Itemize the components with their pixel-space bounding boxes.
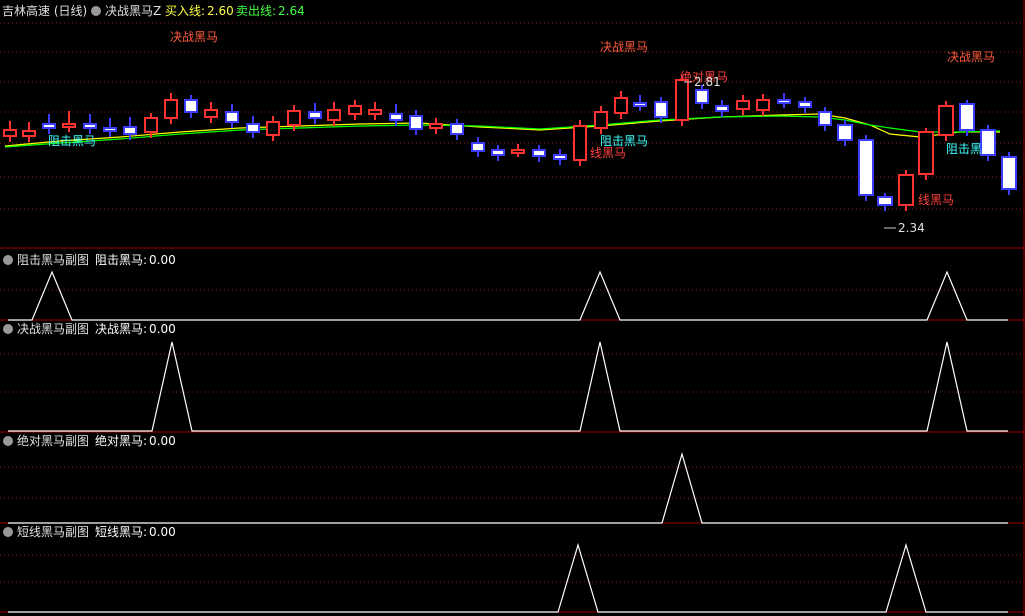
candle[interactable]: [22, 122, 36, 142]
candle[interactable]: [553, 149, 567, 165]
candle[interactable]: [898, 170, 914, 211]
buy-value: 2.60: [207, 4, 234, 18]
candle[interactable]: [1001, 152, 1017, 195]
candle[interactable]: [798, 97, 812, 113]
candle[interactable]: [938, 101, 954, 141]
candle[interactable]: [532, 145, 546, 162]
panel-4-series: 短线黑马:: [95, 525, 147, 539]
candle[interactable]: [818, 107, 832, 131]
stock-title: 吉林高速 (日线): [2, 3, 87, 18]
chevron-down-icon[interactable]: [3, 527, 13, 537]
candle[interactable]: [287, 105, 301, 131]
signal-label-jz2: 决战黑马: [600, 40, 648, 54]
candle[interactable]: [877, 193, 893, 211]
chevron-down-icon[interactable]: [3, 436, 13, 446]
candle[interactable]: [204, 102, 218, 123]
candle[interactable]: [450, 119, 464, 140]
candle[interactable]: [3, 121, 17, 142]
candle[interactable]: [777, 93, 791, 108]
panel-1-title: 阻击黑马副图: [17, 253, 89, 267]
candle[interactable]: [980, 125, 996, 161]
candle[interactable]: [511, 144, 525, 157]
signal-line: [8, 341, 1008, 432]
panel-4-title: 短线黑马副图: [17, 525, 89, 539]
panel-4-value: 0.00: [149, 525, 176, 539]
candle[interactable]: [348, 100, 362, 120]
signal-label-jz1: 决战黑马: [170, 30, 218, 44]
indicator-title: 决战黑马Z: [105, 4, 161, 18]
signal-line: [8, 451, 1008, 524]
signal-label-dx1: 线黑马: [590, 146, 626, 160]
candle[interactable]: [594, 106, 608, 134]
panel-2-value: 0.00: [149, 322, 176, 336]
candle[interactable]: [225, 104, 239, 128]
panel-3-title: 绝对黑马副图: [17, 433, 89, 448]
candle[interactable]: [858, 135, 874, 201]
candle[interactable]: [389, 104, 403, 126]
signal-label-jz3: 决战黑马: [947, 50, 995, 64]
candle[interactable]: [409, 110, 423, 135]
candle[interactable]: [308, 103, 322, 124]
panel-3-value: 0.00: [149, 434, 176, 448]
chevron-down-icon[interactable]: [3, 324, 13, 334]
candle[interactable]: [736, 95, 750, 115]
panel-3-series: 绝对黑马:: [95, 433, 147, 448]
candle[interactable]: [327, 102, 341, 126]
signal-label-dx2: 线黑马: [918, 193, 954, 207]
candle[interactable]: [103, 118, 117, 137]
candle[interactable]: [246, 116, 260, 138]
panel-2-title: 决战黑马副图: [17, 322, 89, 336]
sell-label: 卖出线:: [236, 4, 276, 18]
signal-line: [8, 270, 1008, 321]
candle[interactable]: [614, 91, 628, 119]
candle[interactable]: [83, 114, 97, 134]
candle[interactable]: [164, 93, 178, 124]
buy-label: 买入线:: [165, 4, 205, 18]
kline-chart[interactable]: 吉林高速 (日线) 决战黑马Z 买入线: 2.60 卖出线: 2.64 决战黑马…: [0, 0, 1025, 616]
low-price-marker: 2.34: [898, 221, 925, 235]
candle[interactable]: [633, 95, 647, 111]
candle[interactable]: [184, 95, 198, 118]
high-price-marker: 2.81: [694, 75, 721, 89]
candle[interactable]: [471, 137, 485, 157]
chevron-down-icon[interactable]: [3, 255, 13, 265]
panel-1-series: 阻击黑马:: [95, 253, 147, 267]
chevron-down-icon[interactable]: [91, 6, 101, 16]
candle[interactable]: [42, 114, 56, 134]
candle[interactable]: [573, 120, 587, 166]
candle[interactable]: [715, 100, 729, 117]
candle[interactable]: [429, 118, 443, 134]
candle[interactable]: [368, 102, 382, 120]
candle[interactable]: [62, 111, 76, 132]
panel-2-series: 决战黑马:: [95, 322, 147, 336]
sell-value: 2.64: [278, 4, 305, 18]
signal-label-zj1: 阻击黑马: [48, 134, 96, 148]
candle[interactable]: [756, 94, 770, 116]
candle[interactable]: [266, 116, 280, 141]
candle[interactable]: [959, 100, 975, 136]
signal-label-zj3: 阻击黑: [946, 142, 982, 156]
candlesticks[interactable]: [3, 76, 1017, 211]
candle[interactable]: [491, 145, 505, 161]
panel-1-value: 0.00: [149, 253, 176, 267]
candle[interactable]: [918, 128, 934, 180]
candle[interactable]: [654, 97, 668, 123]
main-grid: [0, 22, 1023, 583]
candle[interactable]: [837, 120, 853, 146]
